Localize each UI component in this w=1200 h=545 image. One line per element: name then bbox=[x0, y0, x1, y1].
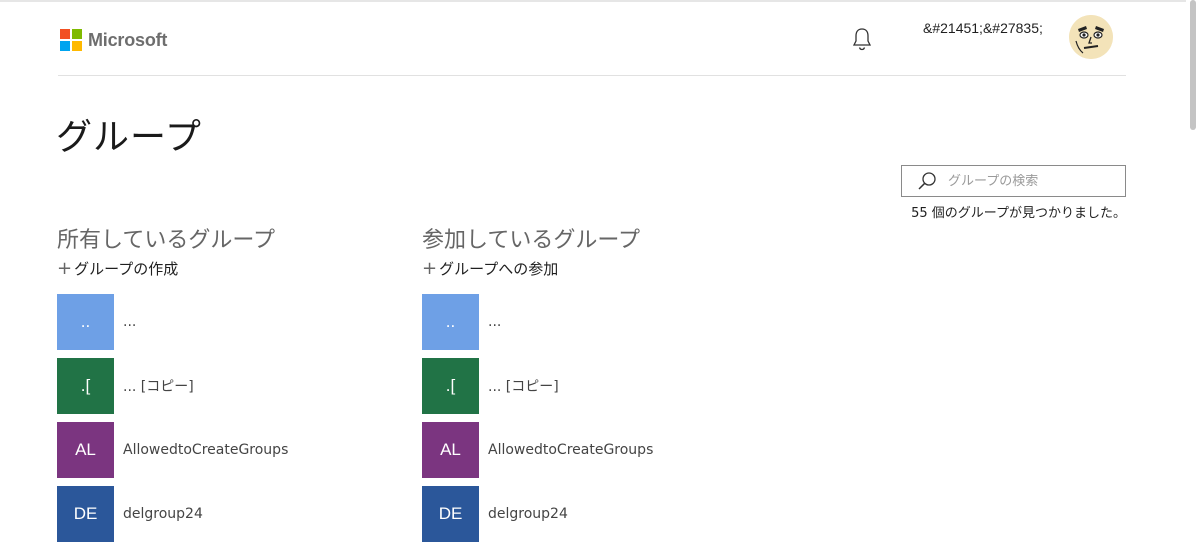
scrollbar-thumb[interactable] bbox=[1190, 0, 1196, 130]
search-icon bbox=[918, 172, 936, 190]
group-name: ... bbox=[488, 314, 502, 330]
bell-icon[interactable] bbox=[851, 26, 873, 52]
group-name: ... [コピー] bbox=[123, 379, 194, 395]
group-name: ... bbox=[123, 314, 137, 330]
group-name: ... [コピー] bbox=[488, 379, 559, 395]
logo-square-green bbox=[72, 29, 82, 39]
group-item[interactable]: AL AllowedtoCreateGroups bbox=[57, 422, 288, 478]
search-box[interactable] bbox=[901, 165, 1126, 197]
group-tile: DE bbox=[57, 486, 114, 542]
logo-square-yellow bbox=[72, 41, 82, 51]
group-tile: AL bbox=[57, 422, 114, 478]
group-item[interactable]: AL AllowedtoCreateGroups bbox=[422, 422, 653, 478]
group-name: delgroup24 bbox=[123, 506, 203, 522]
group-name: AllowedtoCreateGroups bbox=[123, 442, 289, 458]
join-group-label: グループへの参加 bbox=[439, 260, 559, 278]
plus-icon: + bbox=[57, 257, 73, 279]
page-title: グループ bbox=[56, 117, 202, 158]
avatar[interactable] bbox=[1069, 15, 1113, 59]
group-name: AllowedtoCreateGroups bbox=[488, 442, 654, 458]
group-tile: .[ bbox=[57, 358, 114, 414]
vertical-scrollbar[interactable] bbox=[1186, 0, 1200, 545]
group-tile: DE bbox=[422, 486, 479, 542]
owned-groups-section: 所有しているグループ + グループの作成 .. ... .[ ... [コピー]… bbox=[57, 222, 387, 542]
group-tile: .. bbox=[422, 294, 479, 350]
group-item[interactable]: .. ... bbox=[422, 294, 653, 350]
user-name[interactable]: &#21451;&#27835; bbox=[923, 20, 1043, 36]
group-tile: AL bbox=[422, 422, 479, 478]
header: Microsoft &#21451;&#27835; bbox=[58, 2, 1126, 76]
group-tile: .. bbox=[57, 294, 114, 350]
owned-group-list: .. ... .[ ... [コピー] AL AllowedtoCreateGr… bbox=[57, 294, 288, 545]
group-item[interactable]: .[ ... [コピー] bbox=[422, 358, 653, 414]
search-input[interactable] bbox=[948, 173, 1118, 189]
logo-text: Microsoft bbox=[88, 29, 168, 50]
member-groups-section: 参加しているグループ + グループへの参加 .. ... .[ ... [コピー… bbox=[422, 222, 752, 542]
create-group-button[interactable]: + グループの作成 bbox=[57, 258, 387, 279]
microsoft-logo-icon bbox=[60, 29, 82, 51]
create-group-label: グループの作成 bbox=[74, 260, 179, 278]
group-tile: .[ bbox=[422, 358, 479, 414]
group-item[interactable]: DE delgroup24 bbox=[422, 486, 653, 542]
group-item[interactable]: DE delgroup24 bbox=[57, 486, 288, 542]
group-item[interactable]: .[ ... [コピー] bbox=[57, 358, 288, 414]
microsoft-logo[interactable]: Microsoft bbox=[60, 29, 167, 51]
result-count: 55 個のグループが見つかりました。 bbox=[911, 206, 1126, 221]
avatar-face-icon bbox=[1069, 15, 1113, 59]
logo-square-red bbox=[60, 29, 70, 39]
group-name: delgroup24 bbox=[488, 506, 568, 522]
member-group-list: .. ... .[ ... [コピー] AL AllowedtoCreateGr… bbox=[422, 294, 653, 545]
logo-square-blue bbox=[60, 41, 70, 51]
group-item[interactable]: .. ... bbox=[57, 294, 288, 350]
plus-icon: + bbox=[422, 257, 438, 279]
member-groups-title: 参加しているグループ bbox=[422, 228, 641, 253]
owned-groups-title: 所有しているグループ bbox=[57, 228, 276, 253]
join-group-button[interactable]: + グループへの参加 bbox=[422, 258, 752, 279]
